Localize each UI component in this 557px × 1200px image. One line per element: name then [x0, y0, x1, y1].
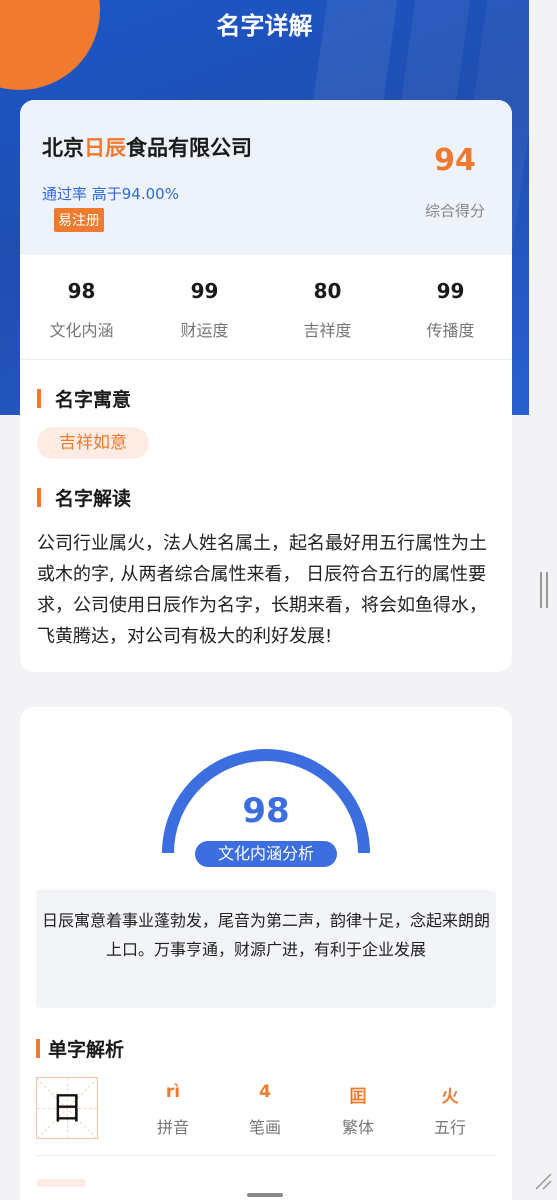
- company-name: 北京日辰食品有限公司: [42, 132, 252, 162]
- next-section-peek: [36, 1179, 86, 1187]
- resize-corner-icon[interactable]: [532, 1170, 552, 1190]
- meaning-section-title: 名字寓意: [55, 389, 132, 411]
- metric-auspicious[interactable]: 80 吉祥度: [266, 255, 389, 359]
- culture-score: 98: [242, 791, 290, 831]
- page-title: 名字详解: [216, 12, 313, 40]
- resize-handle[interactable]: [540, 572, 550, 608]
- section-marker: [37, 389, 41, 408]
- section-marker: [37, 488, 41, 507]
- metrics-row: 98 文化内涵 99 财运度 80 吉祥度 99 传播度: [20, 255, 512, 360]
- company-summary: 北京日辰食品有限公司 通过率 高于94.00% 易注册 94 综合得分: [20, 100, 512, 255]
- phone-screen: 名字详解 北京日辰食品有限公司 通过率 高于94.00% 易注册 94 综合得分…: [0, 0, 529, 1200]
- metric-spread[interactable]: 99 传播度: [389, 255, 512, 359]
- metric-label: 财运度: [180, 321, 229, 340]
- metric-value: 98: [67, 279, 96, 303]
- company-name-highlight: 日辰: [84, 136, 126, 160]
- company-name-prefix: 北京: [42, 136, 84, 160]
- company-name-suffix: 食品有限公司: [126, 136, 252, 160]
- metric-wealth[interactable]: 99 财运度: [143, 255, 266, 359]
- name-summary-card: 北京日辰食品有限公司 通过率 高于94.00% 易注册 94 综合得分 98 文…: [20, 100, 512, 672]
- char-pinyin: rì 拼音: [127, 1082, 219, 1138]
- char-pinyin-label: 拼音: [156, 1118, 189, 1137]
- char-analysis-section-title: 单字解析: [48, 1039, 125, 1061]
- culture-analysis-card: 98 文化内涵分析 日辰寓意着事业蓬勃发，尾音为第二声，韵律十足，念起来朗朗上口…: [20, 707, 512, 1200]
- char-traditional: 囸 繁体: [312, 1082, 404, 1138]
- char-element-label: 五行: [433, 1118, 466, 1137]
- character-grid-box: 日: [36, 1077, 98, 1139]
- metric-culture[interactable]: 98 文化内涵: [20, 255, 143, 359]
- char-element-value: 火: [441, 1087, 459, 1107]
- metric-value: 99: [190, 279, 219, 303]
- metric-label: 文化内涵: [49, 321, 114, 340]
- interpretation-section-title: 名字解读: [55, 488, 132, 510]
- culture-description: 日辰寓意着事业蓬勃发，尾音为第二声，韵律十足，念起来朗朗上口。万事亨通，财源广进…: [36, 890, 496, 1008]
- character: 日: [50, 1089, 83, 1127]
- char-strokes-label: 笔画: [248, 1118, 281, 1137]
- overall-score-label: 综合得分: [424, 202, 485, 220]
- divider: [36, 1155, 496, 1156]
- home-indicator[interactable]: [247, 1193, 283, 1197]
- metric-label: 传播度: [426, 321, 475, 340]
- easy-register-badge: 易注册: [54, 208, 104, 232]
- overall-score: 94: [434, 143, 476, 178]
- char-strokes: 4 笔画: [219, 1082, 311, 1138]
- section-marker: [36, 1039, 40, 1058]
- metric-label: 吉祥度: [303, 321, 352, 340]
- metric-value: 99: [436, 279, 465, 303]
- char-pinyin-value: rì: [165, 1082, 181, 1102]
- meaning-tag: 吉祥如意: [37, 427, 149, 459]
- interpretation-text: 公司行业属火，法人姓名属土，起名最好用五行属性为土或木的字, 从两者综合属性来看…: [37, 533, 487, 647]
- metric-value: 80: [313, 279, 342, 303]
- char-element: 火 五行: [404, 1082, 496, 1138]
- char-strokes-value: 4: [259, 1082, 271, 1102]
- culture-analysis-label: 文化内涵分析: [195, 841, 337, 867]
- char-traditional-value: 囸: [349, 1087, 367, 1107]
- pass-rate: 通过率 高于94.00%: [42, 185, 179, 203]
- char-traditional-label: 繁体: [341, 1118, 374, 1137]
